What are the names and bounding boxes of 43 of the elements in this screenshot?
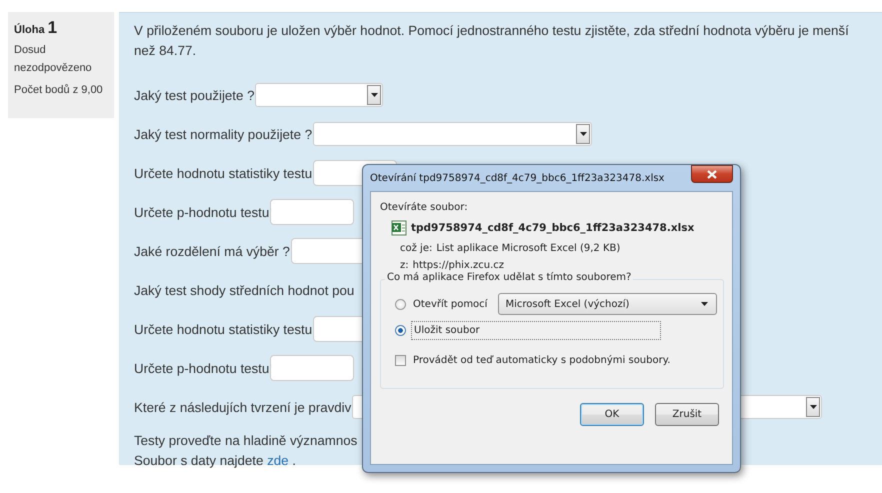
close-button[interactable] [691, 165, 733, 183]
radio-button[interactable] [395, 324, 406, 336]
question-label: Určete p-hodnotu testu [134, 204, 270, 220]
app-dropdown[interactable]: Microsoft Excel (výchozí) [498, 293, 717, 315]
option-label[interactable]: Otevřít pomocí [411, 296, 490, 312]
ok-button[interactable]: OK [580, 403, 644, 426]
option-label[interactable]: Uložit soubor [411, 320, 661, 340]
file-link[interactable]: zde [267, 453, 289, 468]
checkbox-label[interactable]: Provádět od teď automaticky s podobnými soubory. [411, 352, 672, 368]
group-title: Co má aplikace Firefox udělat s tímto souborem? [385, 272, 634, 283]
question-label: Jaký test použijete ? [134, 88, 254, 102]
caret-icon [810, 405, 817, 409]
question-label: Jaké rozdělení má výběr ? [134, 244, 290, 258]
detail-value: List aplikace Microsoft Excel (9,2 KB) [436, 243, 620, 254]
detail-label: což je: [400, 243, 432, 254]
file-name: tpd9758974_cd8f_4c79_bbc6_1ff23a323478.xlsx [411, 222, 694, 234]
caret-icon [701, 302, 708, 306]
question-label: Jaký test normality použijete ? [134, 126, 312, 142]
question-text: V přiloženém souboru je uložen výběr hodnot. Pomocí jednostranného testu zjistěte, zda střední hodnota výběru je menší než 84.77. [134, 22, 850, 60]
detail-label: z: [400, 260, 409, 271]
answer-field[interactable] [270, 199, 354, 225]
points-text: Počet bodů z 9,00 [14, 83, 104, 98]
answer-dropdown[interactable] [313, 122, 592, 146]
answer-dropdown[interactable] [255, 83, 384, 107]
dialog-title: Otevírání tpd9758974_cd8f_4c79_bbc6_1ff23a323478.xlsx [370, 172, 664, 184]
status-text: Dosud nezodpovězeno [14, 43, 93, 76]
instruction-text: Testy proveďte na hladině významnos [134, 432, 358, 450]
question-label: Určete hodnotu statistiky testu [134, 166, 312, 180]
radio-button[interactable] [395, 298, 406, 310]
question-label: Jaký test shody středních hodnot pou [134, 282, 354, 298]
question-label: Které z následujích tvrzení je pravdiv [134, 400, 352, 414]
detail-value: https://phix.zcu.cz [412, 260, 504, 271]
answer-field[interactable] [270, 355, 354, 381]
question-label: Určete hodnotu statistiky testu [134, 322, 312, 336]
cancel-button[interactable]: Zrušit [655, 403, 719, 426]
question-number: Úloha 1 [14, 18, 58, 38]
close-icon [707, 170, 717, 178]
caret-icon [580, 132, 587, 136]
caret-icon [370, 93, 378, 97]
dialog-text: Otevíráte soubor: [380, 202, 469, 213]
question-label: Určete p-hodnotu testu [134, 360, 270, 376]
spreadsheet-icon [391, 220, 407, 236]
checkbox[interactable] [395, 354, 406, 366]
